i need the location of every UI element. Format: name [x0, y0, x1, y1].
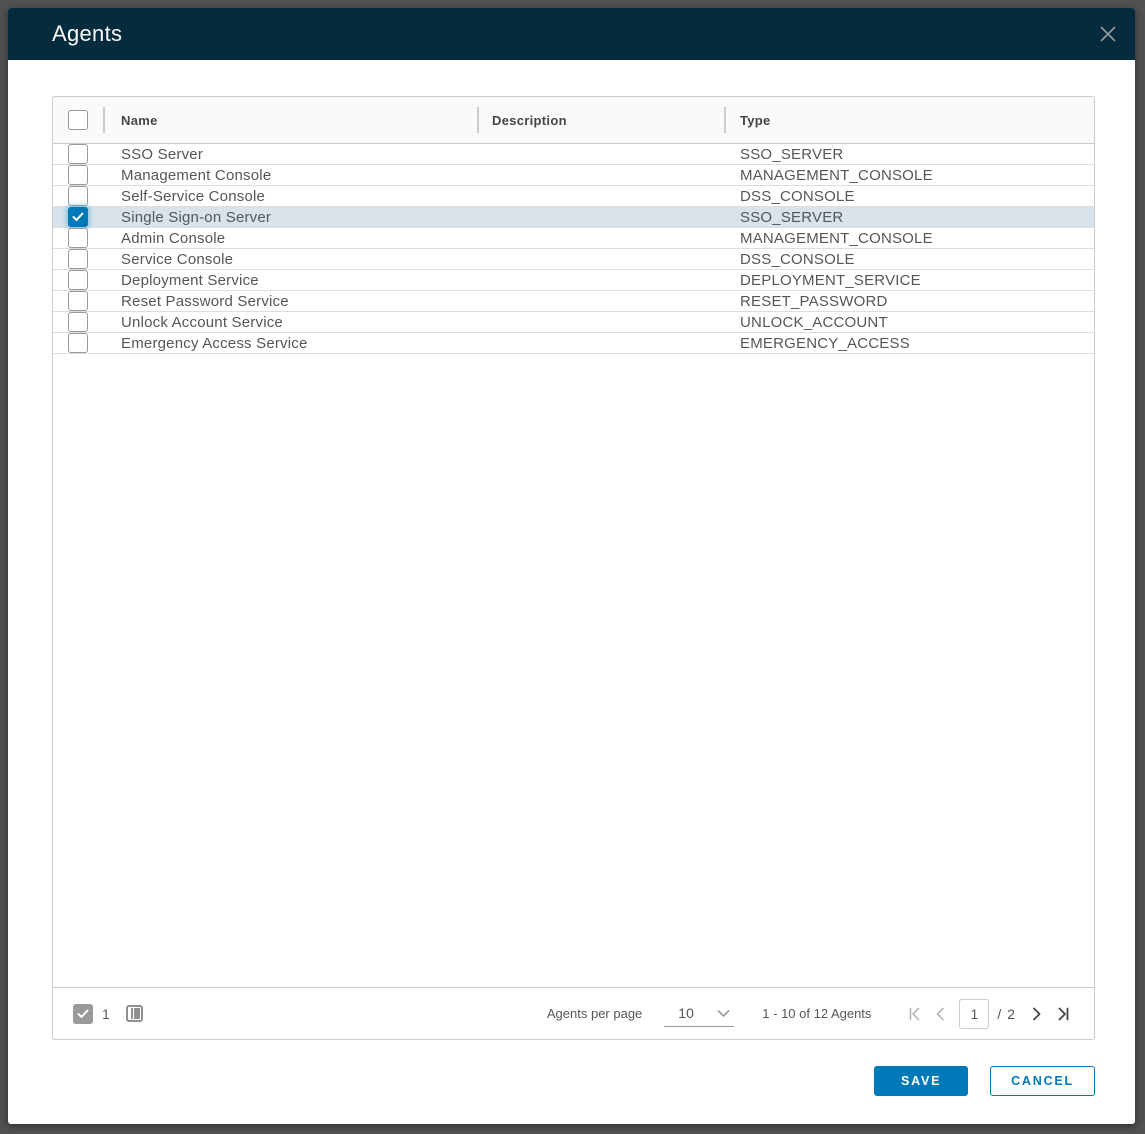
pager: / 2: [901, 999, 1076, 1029]
row-checkbox-cell: [53, 144, 103, 164]
row-checkbox[interactable]: [68, 291, 88, 311]
agent-type: EMERGENCY_ACCESS: [724, 333, 1094, 353]
select-all-cell: [53, 97, 103, 143]
per-page-select[interactable]: 10: [664, 1001, 734, 1027]
table-row[interactable]: Single Sign-on Server SSO_SERVER: [53, 207, 1094, 228]
table-empty-space: [53, 354, 1094, 987]
agent-description: [477, 312, 724, 332]
agent-name: Deployment Service: [103, 270, 477, 290]
agent-description: [477, 291, 724, 311]
agent-name: Unlock Account Service: [103, 312, 477, 332]
next-page-button[interactable]: [1024, 1001, 1050, 1027]
agent-type: SSO_SERVER: [724, 144, 1094, 164]
agents-modal: Agents Name Description Type SSO ServerS…: [8, 8, 1135, 1124]
modal-title: Agents: [52, 21, 122, 47]
column-header-description[interactable]: Description: [477, 97, 724, 143]
range-text: 1 - 10 of 12 Agents: [762, 1006, 871, 1021]
agent-type: DSS_CONSOLE: [724, 249, 1094, 269]
table-row[interactable]: SSO Server SSO_SERVER: [53, 144, 1094, 165]
save-button[interactable]: SAVE: [874, 1066, 968, 1096]
last-page-button[interactable]: [1050, 1001, 1076, 1027]
agent-name: Self-Service Console: [103, 186, 477, 206]
row-checkbox[interactable]: [68, 270, 88, 290]
agent-description: [477, 333, 724, 353]
agent-description: [477, 165, 724, 185]
agent-type: SSO_SERVER: [724, 207, 1094, 227]
row-checkbox[interactable]: [68, 207, 88, 227]
page-total: / 2: [997, 1006, 1016, 1022]
agent-description: [477, 207, 724, 227]
dialog-actions: SAVE CANCEL: [52, 1066, 1095, 1096]
agents-table: Name Description Type SSO Server SSO_SERV…: [52, 96, 1095, 1040]
table-row[interactable]: Unlock Account Service UNLOCK_ACCOUNT: [53, 312, 1094, 333]
cancel-button[interactable]: CANCEL: [990, 1066, 1095, 1096]
pagination-area: Agents per page 10 1 - 10 of 12 Agents: [547, 999, 1076, 1029]
row-checkbox-cell: [53, 207, 103, 227]
agent-name: SSO Server: [103, 144, 477, 164]
agent-type: UNLOCK_ACCOUNT: [724, 312, 1094, 332]
row-checkbox-cell: [53, 312, 103, 332]
row-checkbox[interactable]: [68, 228, 88, 248]
row-checkbox-cell: [53, 249, 103, 269]
modal-backdrop: Agents Name Description Type SSO ServerS…: [0, 0, 1145, 1134]
agent-description: [477, 186, 724, 206]
chevron-down-icon: [717, 1009, 730, 1018]
table-rows: SSO Server SSO_SERVER Management Console MA…: [53, 144, 1094, 354]
row-checkbox[interactable]: [68, 186, 88, 206]
column-toggle-icon[interactable]: [126, 1005, 143, 1022]
column-header-name[interactable]: Name: [103, 97, 477, 143]
agent-name: Single Sign-on Server: [103, 207, 477, 227]
row-checkbox-cell: [53, 165, 103, 185]
row-checkbox[interactable]: [68, 165, 88, 185]
table-row[interactable]: Reset Password Service RESET_PASSWORD: [53, 291, 1094, 312]
column-header-type[interactable]: Type: [724, 97, 1094, 143]
table-row[interactable]: Admin Console MANAGEMENT_CONSOLE: [53, 228, 1094, 249]
agent-type: RESET_PASSWORD: [724, 291, 1094, 311]
select-all-checkbox[interactable]: [68, 110, 88, 130]
table-footer: 1 Agents per page 10 1 - 10 of 12 Agents: [53, 987, 1094, 1039]
agent-name: Management Console: [103, 165, 477, 185]
modal-body: Name Description Type SSO Server SSO_SERV…: [8, 60, 1135, 1124]
agent-type: DEPLOYMENT_SERVICE: [724, 270, 1094, 290]
per-page-label: Agents per page: [547, 1006, 642, 1021]
table-row[interactable]: Emergency Access Service EMERGENCY_ACCESS: [53, 333, 1094, 354]
selected-count: 1: [102, 1006, 110, 1022]
agent-description: [477, 228, 724, 248]
table-header-row: Name Description Type: [53, 97, 1094, 144]
current-page-input[interactable]: [959, 999, 989, 1029]
agent-description: [477, 270, 724, 290]
modal-header: Agents: [8, 8, 1135, 60]
agent-name: Emergency Access Service: [103, 333, 477, 353]
agent-name: Reset Password Service: [103, 291, 477, 311]
first-page-button[interactable]: [901, 1001, 927, 1027]
prev-page-button[interactable]: [927, 1001, 953, 1027]
selected-indicator-checkbox[interactable]: [73, 1004, 93, 1024]
row-checkbox-cell: [53, 186, 103, 206]
table-row[interactable]: Deployment Service DEPLOYMENT_SERVICE: [53, 270, 1094, 291]
row-checkbox-cell: [53, 270, 103, 290]
table-row[interactable]: Self-Service Console DSS_CONSOLE: [53, 186, 1094, 207]
row-checkbox[interactable]: [68, 249, 88, 269]
close-icon[interactable]: [1093, 19, 1123, 49]
row-checkbox[interactable]: [68, 144, 88, 164]
agent-type: MANAGEMENT_CONSOLE: [724, 228, 1094, 248]
agent-name: Admin Console: [103, 228, 477, 248]
row-checkbox[interactable]: [68, 312, 88, 332]
table-row[interactable]: Service Console DSS_CONSOLE: [53, 249, 1094, 270]
row-checkbox[interactable]: [68, 333, 88, 353]
agent-description: [477, 144, 724, 164]
per-page-value: 10: [678, 1005, 694, 1021]
row-checkbox-cell: [53, 291, 103, 311]
agent-description: [477, 249, 724, 269]
row-checkbox-cell: [53, 228, 103, 248]
table-row[interactable]: Management Console MANAGEMENT_CONSOLE: [53, 165, 1094, 186]
agent-name: Service Console: [103, 249, 477, 269]
agent-type: MANAGEMENT_CONSOLE: [724, 165, 1094, 185]
row-checkbox-cell: [53, 333, 103, 353]
agent-type: DSS_CONSOLE: [724, 186, 1094, 206]
